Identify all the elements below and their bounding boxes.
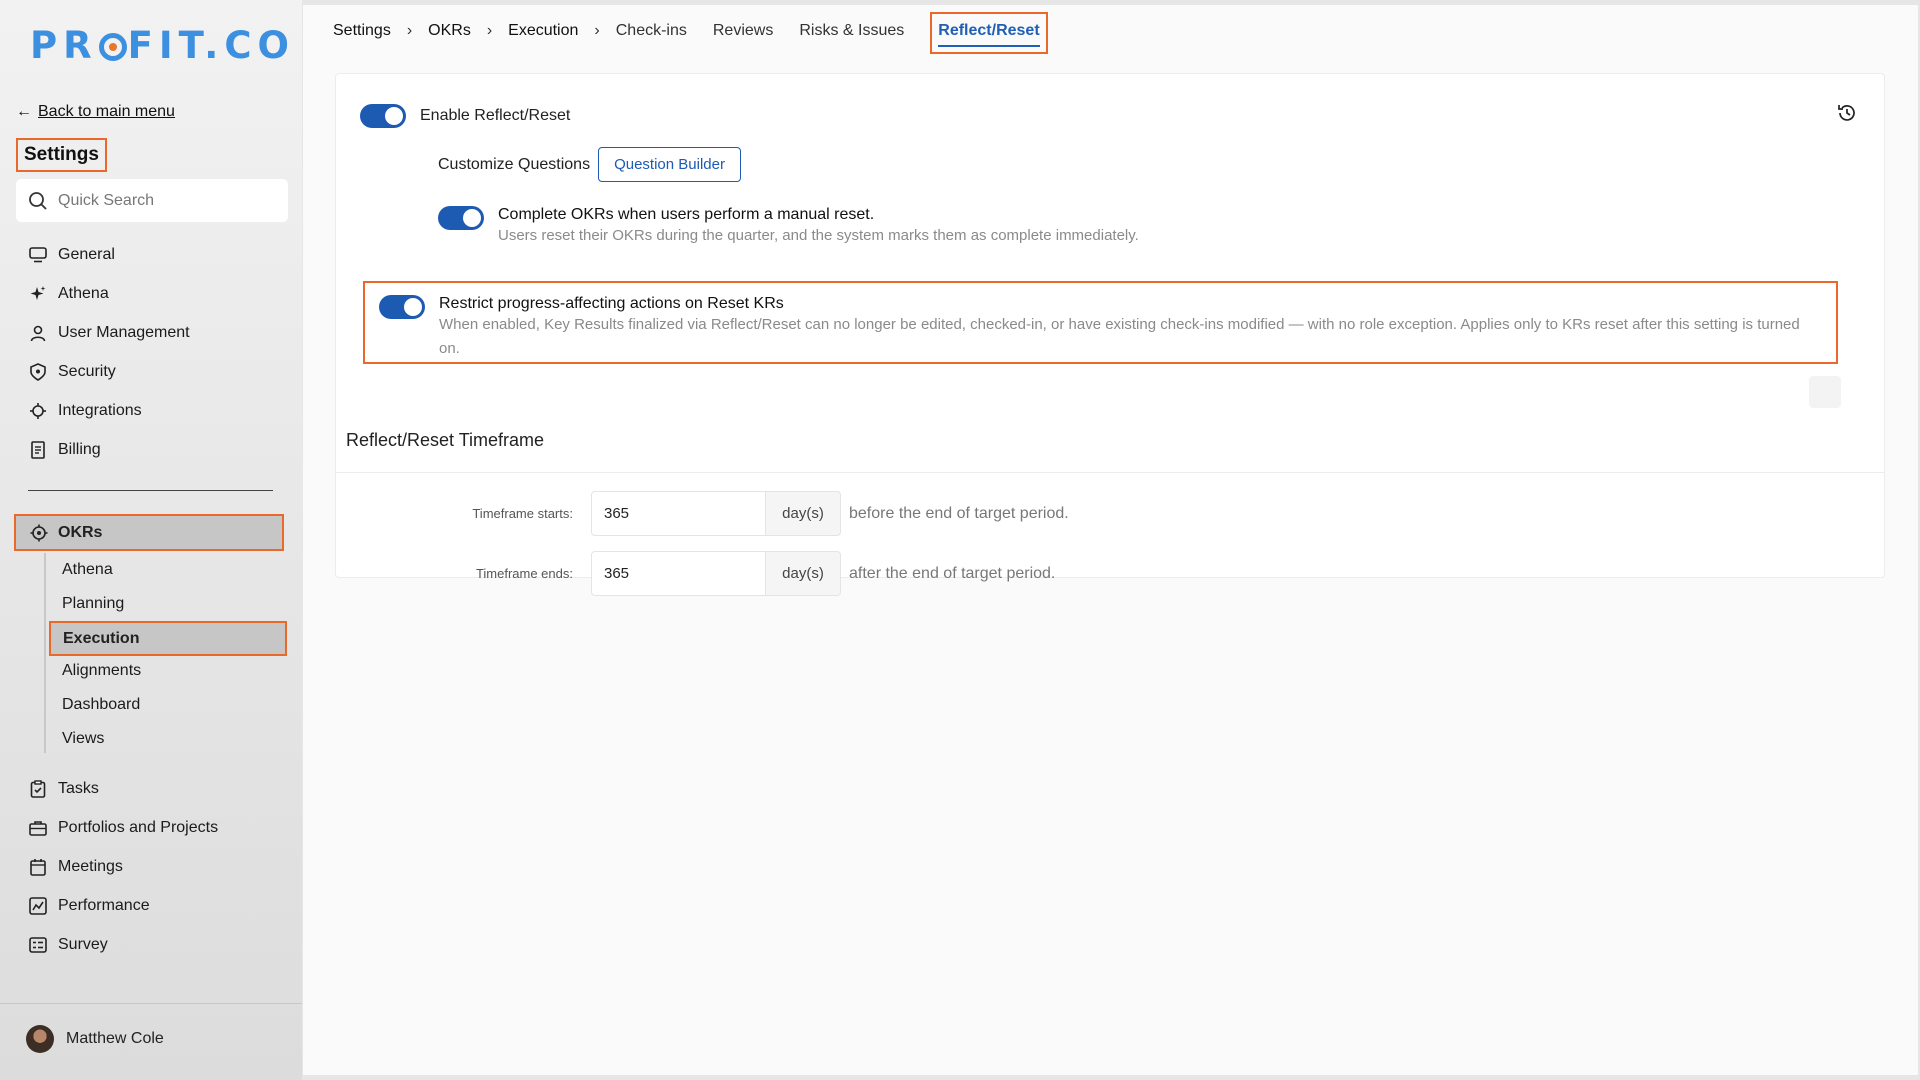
profit-logo[interactable]: PR FIT.CO [30, 24, 295, 67]
sidebar-divider [28, 490, 273, 491]
puzzle-icon [28, 401, 48, 421]
chart-icon [28, 896, 48, 916]
okr-subtree-line [44, 553, 46, 753]
user-name: Matthew Cole [66, 1030, 164, 1047]
sidebar-footer-divider [0, 1003, 302, 1004]
section-divider [336, 472, 1884, 473]
restrict-reset-krs-description: When enabled, Key Results finalized via … [439, 316, 1800, 357]
timeframe-ends-suffix: after the end of target period. [849, 564, 1056, 582]
timeframe-starts-unit: day(s) [766, 491, 841, 536]
history-icon[interactable] [1836, 102, 1858, 124]
breadcrumb-execution[interactable]: Execution [508, 22, 578, 40]
logo-target-icon [98, 33, 127, 61]
sparkle-icon [28, 284, 48, 304]
sidebar-sub-alignments[interactable]: Alignments [62, 662, 141, 680]
avatar [26, 1025, 54, 1053]
breadcrumb-separator-icon: › [594, 22, 600, 39]
timeframe-ends-input[interactable] [591, 551, 766, 596]
enable-reflect-reset-row: Enable Reflect/Reset [360, 104, 570, 128]
complete-okrs-title: Complete OKRs when users perform a manua… [498, 206, 875, 223]
tab-reflect-reset[interactable]: Reflect/Reset [930, 12, 1048, 54]
receipt-icon [28, 440, 48, 460]
sidebar-item-security[interactable]: Security [28, 352, 190, 391]
target-icon [30, 524, 48, 542]
timeframe-starts-label: Timeframe starts: [472, 506, 573, 521]
user-icon [28, 323, 48, 343]
reflect-reset-card: Enable Reflect/Reset Customize Questions… [335, 73, 1885, 596]
placeholder-button [1809, 376, 1841, 408]
user-profile[interactable]: Matthew Cole [26, 1025, 164, 1053]
restrict-reset-krs-row: Restrict progress-affecting actions on R… [363, 281, 1838, 364]
clipboard-icon [28, 779, 48, 799]
tab-check-ins[interactable]: Check-ins [616, 22, 687, 40]
complete-okrs-row: Complete OKRs when users perform a manua… [438, 206, 1139, 248]
sidebar-sub-planning[interactable]: Planning [62, 595, 124, 613]
breadcrumb-separator-icon: › [406, 22, 413, 39]
search-input[interactable] [58, 191, 278, 210]
complete-okrs-toggle[interactable] [438, 206, 484, 230]
question-builder-button[interactable]: Question Builder [598, 147, 741, 182]
timeframe-ends-label: Timeframe ends: [475, 566, 573, 581]
breadcrumb-separator-icon: › [486, 22, 493, 39]
sidebar-item-portfolios[interactable]: Portfolios and Projects [28, 808, 218, 847]
sidebar-item-general[interactable]: General [28, 235, 190, 274]
top-tabs: Settings › OKRs › Execution › Check-ins … [333, 5, 1074, 57]
breadcrumb-okrs[interactable]: OKRs [428, 22, 471, 40]
tab-reviews[interactable]: Reviews [713, 22, 773, 40]
sidebar-item-meetings[interactable]: Meetings [28, 847, 218, 886]
survey-icon [28, 935, 48, 955]
modules-nav: Tasks Portfolios and Projects Meetings P… [28, 769, 218, 964]
sidebar: PRFIT.CO ←Back to main menu Settings Gen… [0, 0, 302, 1080]
main-panel: Settings › OKRs › Execution › Check-ins … [303, 5, 1918, 1075]
sidebar-item-survey[interactable]: Survey [28, 925, 218, 964]
restrict-reset-krs-title: Restrict progress-affecting actions on R… [439, 295, 784, 312]
sidebar-item-tasks[interactable]: Tasks [28, 769, 218, 808]
sidebar-sub-athena[interactable]: Athena [62, 561, 113, 579]
enable-reflect-reset-toggle[interactable] [360, 104, 406, 128]
arrow-left-icon: ← [16, 103, 32, 120]
breadcrumb-settings[interactable]: Settings [333, 22, 391, 40]
customize-questions-label: Customize Questions [438, 155, 591, 173]
sidebar-item-athena[interactable]: Athena [28, 274, 190, 313]
timeframe-ends-row: Timeframe ends: day(s) after the end of … [336, 551, 1055, 596]
shield-icon [28, 362, 48, 382]
sidebar-item-okrs[interactable]: OKRs [14, 514, 284, 551]
sidebar-item-performance[interactable]: Performance [28, 886, 218, 925]
timeframe-starts-row: Timeframe starts: day(s) before the end … [336, 491, 1069, 536]
timeframe-starts-suffix: before the end of target period. [849, 504, 1069, 522]
customize-questions-row: Customize Questions Question Builder [438, 147, 741, 182]
sidebar-sub-execution[interactable]: Execution [49, 621, 287, 656]
enable-reflect-reset-label: Enable Reflect/Reset [420, 107, 571, 124]
restrict-reset-krs-toggle[interactable] [379, 295, 425, 319]
timeframe-ends-unit: day(s) [766, 551, 841, 596]
timeframe-section-title: Reflect/Reset Timeframe [346, 430, 545, 450]
search-icon [29, 191, 47, 210]
settings-nav: General Athena User Management Security … [28, 235, 190, 469]
sidebar-sub-dashboard[interactable]: Dashboard [62, 696, 140, 714]
settings-title: Settings [16, 138, 107, 172]
tab-risks-issues[interactable]: Risks & Issues [799, 22, 904, 40]
quick-search[interactable] [16, 179, 288, 222]
briefcase-icon [28, 818, 48, 838]
timeframe-starts-input[interactable] [591, 491, 766, 536]
back-to-main-menu-link[interactable]: ← Back to main menu [16, 103, 175, 121]
sidebar-item-integrations[interactable]: Integrations [28, 391, 190, 430]
sidebar-item-user-management[interactable]: User Management [28, 313, 190, 352]
sidebar-item-billing[interactable]: Billing [28, 430, 190, 469]
sidebar-sub-views[interactable]: Views [62, 730, 104, 748]
complete-okrs-description: Users reset their OKRs during the quarte… [498, 227, 1139, 244]
calendar-icon [28, 857, 48, 877]
monitor-icon [28, 245, 48, 265]
